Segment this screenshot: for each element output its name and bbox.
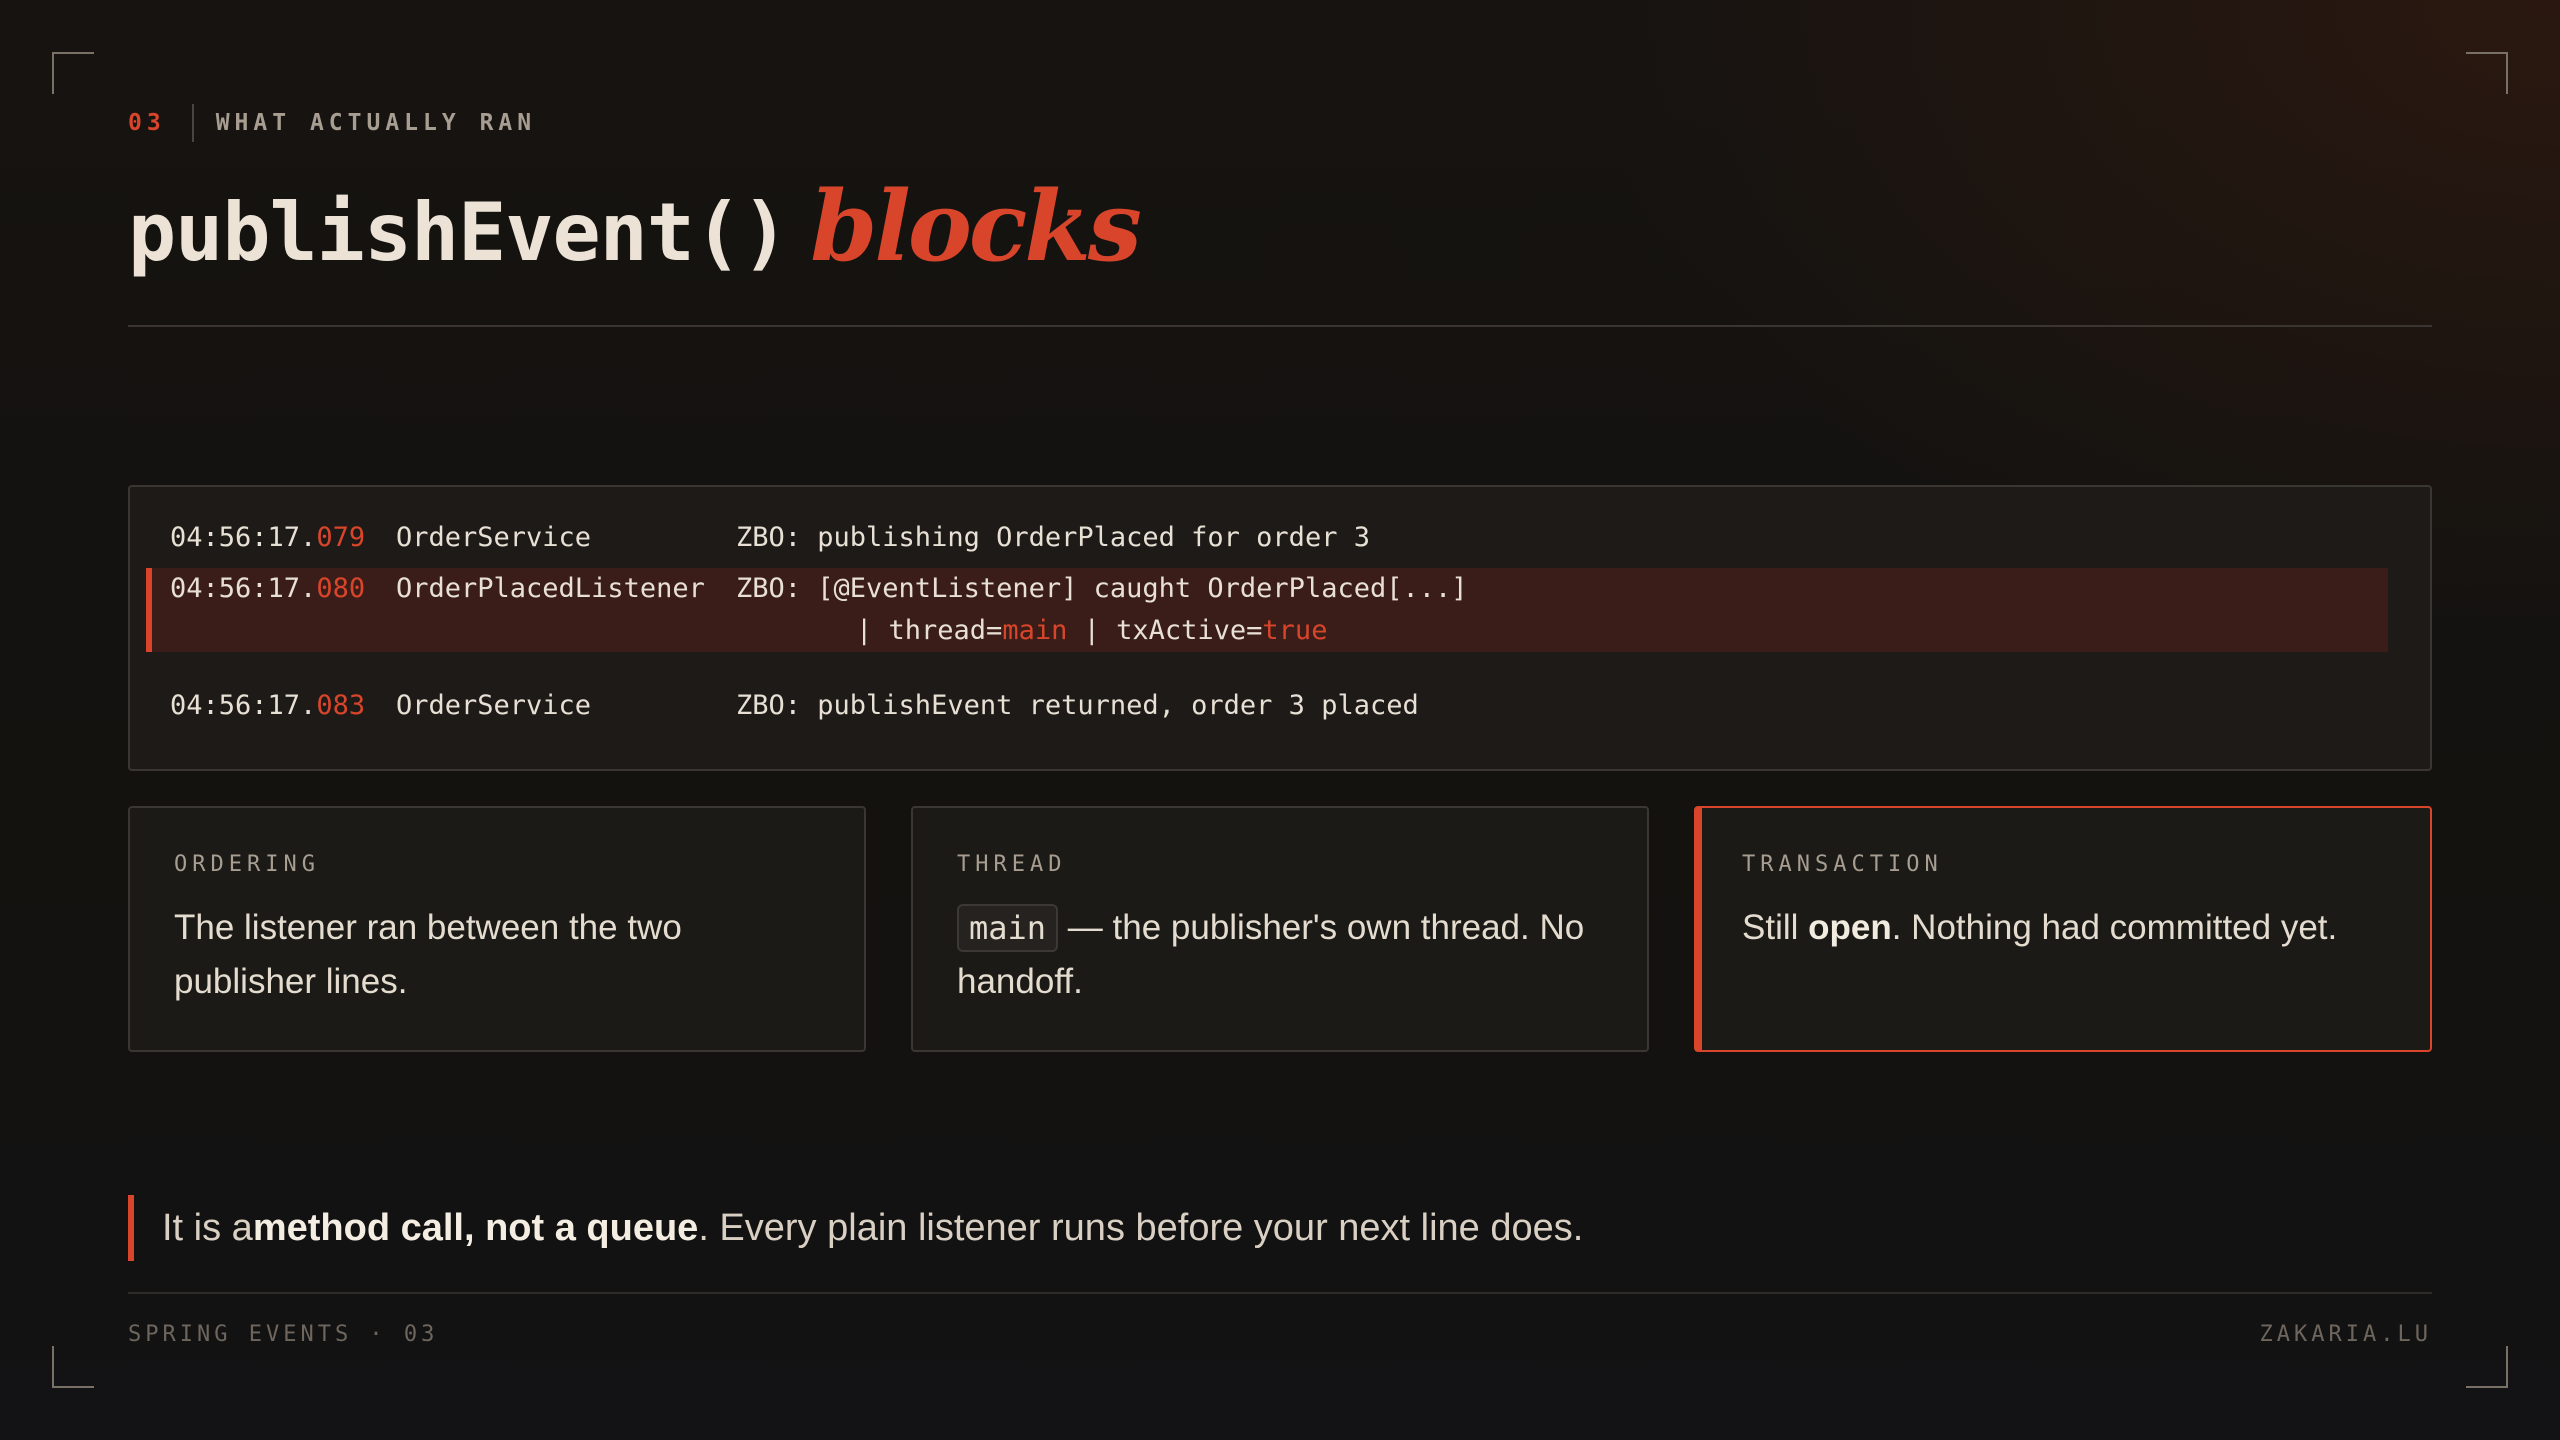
section-number: 03 xyxy=(128,110,166,136)
corner-mark-top-right xyxy=(2466,52,2508,94)
card-caption: TRANSACTION xyxy=(1742,852,1943,877)
tx-active-value: true xyxy=(1262,615,1328,646)
kicker-divider xyxy=(191,104,194,142)
log-message: ZBO: [@EventListener] caught OrderPlaced… xyxy=(736,573,1468,604)
log-line: 04:56:17.080 OrderPlacedListener ZBO: [@Ev… xyxy=(170,568,1468,610)
card-caption: THREAD xyxy=(957,852,1067,877)
footer-series: SPRING EVENTS · 03 xyxy=(128,1322,439,1347)
log-message: ZBO: publishing OrderPlaced for order 3 xyxy=(736,522,1370,553)
title-code: publishEvent() xyxy=(128,186,789,279)
card-text: The listener ran between the two publish… xyxy=(174,908,682,1001)
footer-divider xyxy=(128,1292,2432,1294)
log-output-panel: 04:56:17.079 OrderService ZBO: publishing … xyxy=(128,485,2432,771)
card-text: Still open. Nothing had committed yet. xyxy=(1742,908,2338,947)
card-text: main — the publisher's own thread. No ha… xyxy=(957,901,1603,1009)
thread-chip: main xyxy=(957,904,1059,952)
corner-mark-top-left xyxy=(52,52,94,94)
page-title: publishEvent() blocks xyxy=(128,170,1142,300)
log-timestamp: 04:56:17.080 xyxy=(170,573,366,604)
log-timestamp: 04:56:17.083 xyxy=(170,690,366,721)
corner-mark-bottom-right xyxy=(2466,1346,2508,1388)
section-label: WHAT ACTUALLY RAN xyxy=(215,110,537,136)
log-source: OrderPlacedListener xyxy=(396,573,705,604)
log-source: OrderService xyxy=(396,690,592,721)
ordering-card: ORDERING The listener ran between the tw… xyxy=(128,806,866,1052)
log-line: 04:56:17.079 OrderService ZBO: publishing … xyxy=(170,517,1370,559)
title-divider xyxy=(128,325,2432,327)
log-line: 04:56:17.083 OrderService ZBO: publishEven… xyxy=(170,685,1419,727)
card-caption: ORDERING xyxy=(174,852,320,877)
transaction-card: TRANSACTION Still open. Nothing had comm… xyxy=(1694,806,2432,1052)
log-message: ZBO: publishEvent returned, order 3 plac… xyxy=(736,690,1419,721)
highlighted-log-entry: 04:56:17.080 OrderPlacedListener ZBO: [@Ev… xyxy=(146,568,2388,652)
takeaway-quote: It is a method call, not a queue. Every … xyxy=(128,1195,1583,1261)
thread-value: main xyxy=(1002,615,1068,646)
thread-card: THREAD main — the publisher's own thread… xyxy=(911,806,1649,1052)
log-timestamp: 04:56:17.079 xyxy=(170,522,366,553)
title-emphasis: blocks xyxy=(810,170,1142,283)
corner-mark-bottom-left xyxy=(52,1346,94,1388)
log-continuation-line: | thread=main | txActive=true xyxy=(856,615,1328,646)
section-kicker: 03 WHAT ACTUALLY RAN xyxy=(128,104,536,142)
log-source: OrderService xyxy=(396,522,592,553)
footer-site: ZAKARIA.LU xyxy=(2259,1322,2432,1347)
